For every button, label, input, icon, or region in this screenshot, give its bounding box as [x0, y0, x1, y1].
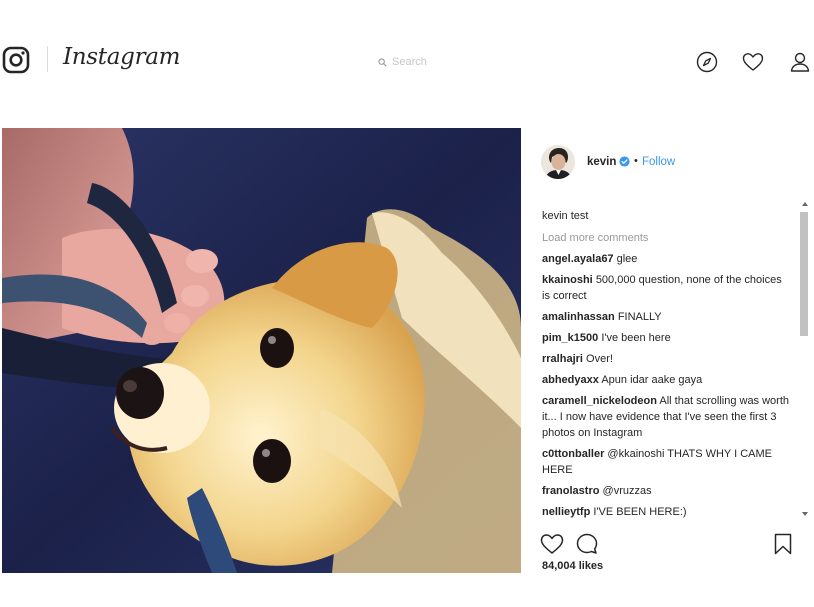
save-button[interactable]: [771, 532, 795, 556]
follow-button[interactable]: Follow: [642, 156, 675, 168]
post-caption: kevin test: [542, 210, 589, 222]
comment-items: angel.ayala67 glee kkainoshi 500,000 ques…: [542, 251, 792, 520]
post-photo[interactable]: [2, 128, 521, 573]
comment-username[interactable]: franolastro: [542, 485, 599, 497]
comments-scrollbar[interactable]: [798, 200, 810, 520]
verified-badge-icon: [619, 156, 630, 167]
comment-text: FINALLY: [617, 311, 662, 323]
user-icon[interactable]: [789, 51, 811, 73]
like-count[interactable]: 84,004 likes: [542, 560, 603, 572]
comment-text: I've been here: [601, 332, 671, 344]
heart-icon: [540, 534, 564, 554]
comment-username[interactable]: nellieytfp: [542, 506, 590, 518]
comment-text: glee: [616, 253, 638, 265]
post-actions: [521, 528, 814, 558]
comment-item: abhedyaxx Apun idar aake gaya: [542, 372, 792, 388]
comment-item: rralhajri Over!: [542, 351, 792, 367]
scroll-thumb[interactable]: [800, 212, 808, 336]
comment-item: franolastro @vruzzas: [542, 483, 792, 499]
comment-item: pim_k1500 I've been here: [542, 330, 792, 346]
avatar[interactable]: [541, 145, 575, 179]
post-header: kevin • Follow: [521, 128, 814, 198]
search-icon: [378, 57, 387, 66]
comment-item: nellieytfp I'VE BEEN HERE:): [542, 504, 792, 520]
search-input[interactable]: [392, 56, 482, 68]
top-nav: Instagram: [0, 0, 814, 120]
comment-item: amalinhassan FINALLY: [542, 309, 792, 325]
heart-icon[interactable]: [742, 51, 764, 73]
comment-username[interactable]: caramell_nickelodeon: [542, 395, 657, 407]
comment-username[interactable]: rralhajri: [542, 353, 583, 365]
comment-item: angel.ayala67 glee: [542, 251, 792, 267]
separator-dot: •: [634, 155, 638, 167]
comment-username[interactable]: kkainoshi: [542, 274, 593, 286]
comment-username[interactable]: abhedyaxx: [542, 374, 599, 386]
comments-list[interactable]: kevin test Load more comments angel.ayal…: [542, 208, 792, 520]
comment-text: Apun idar aake gaya: [601, 374, 703, 386]
compass-icon[interactable]: [696, 51, 718, 73]
post-username[interactable]: kevin: [587, 156, 616, 168]
load-more-comments-button[interactable]: Load more comments: [542, 230, 792, 246]
post-panel: kevin • Follow kevin test Load more comm…: [521, 128, 814, 573]
comment-username[interactable]: c0ttonballer: [542, 448, 604, 460]
instagram-wordmark[interactable]: Instagram: [63, 44, 181, 70]
comment-item: c0ttonballer @kkainoshi THATS WHY I CAME…: [542, 446, 792, 478]
comment-text: I'VE BEEN HERE:): [593, 506, 687, 518]
comment-username[interactable]: pim_k1500: [542, 332, 598, 344]
comment-text: @vruzzas: [602, 485, 652, 497]
like-button[interactable]: [540, 532, 564, 556]
comment-text: Over!: [586, 353, 613, 365]
comment-username[interactable]: angel.ayala67: [542, 253, 614, 265]
comment-item: caramell_nickelodeon All that scrolling …: [542, 393, 792, 441]
comment-item: kkainoshi 500,000 question, none of the …: [542, 272, 792, 304]
comment-button[interactable]: [575, 532, 599, 556]
comment-icon: [576, 533, 598, 554]
search-box[interactable]: [372, 53, 492, 71]
instagram-camera-icon[interactable]: [2, 46, 30, 74]
dog-photo: [2, 128, 521, 573]
scroll-up-arrow-icon[interactable]: [802, 202, 808, 206]
scroll-down-arrow-icon[interactable]: [802, 512, 808, 516]
logo-divider: [47, 46, 48, 72]
bookmark-icon: [774, 533, 792, 555]
comment-username[interactable]: amalinhassan: [542, 311, 615, 323]
